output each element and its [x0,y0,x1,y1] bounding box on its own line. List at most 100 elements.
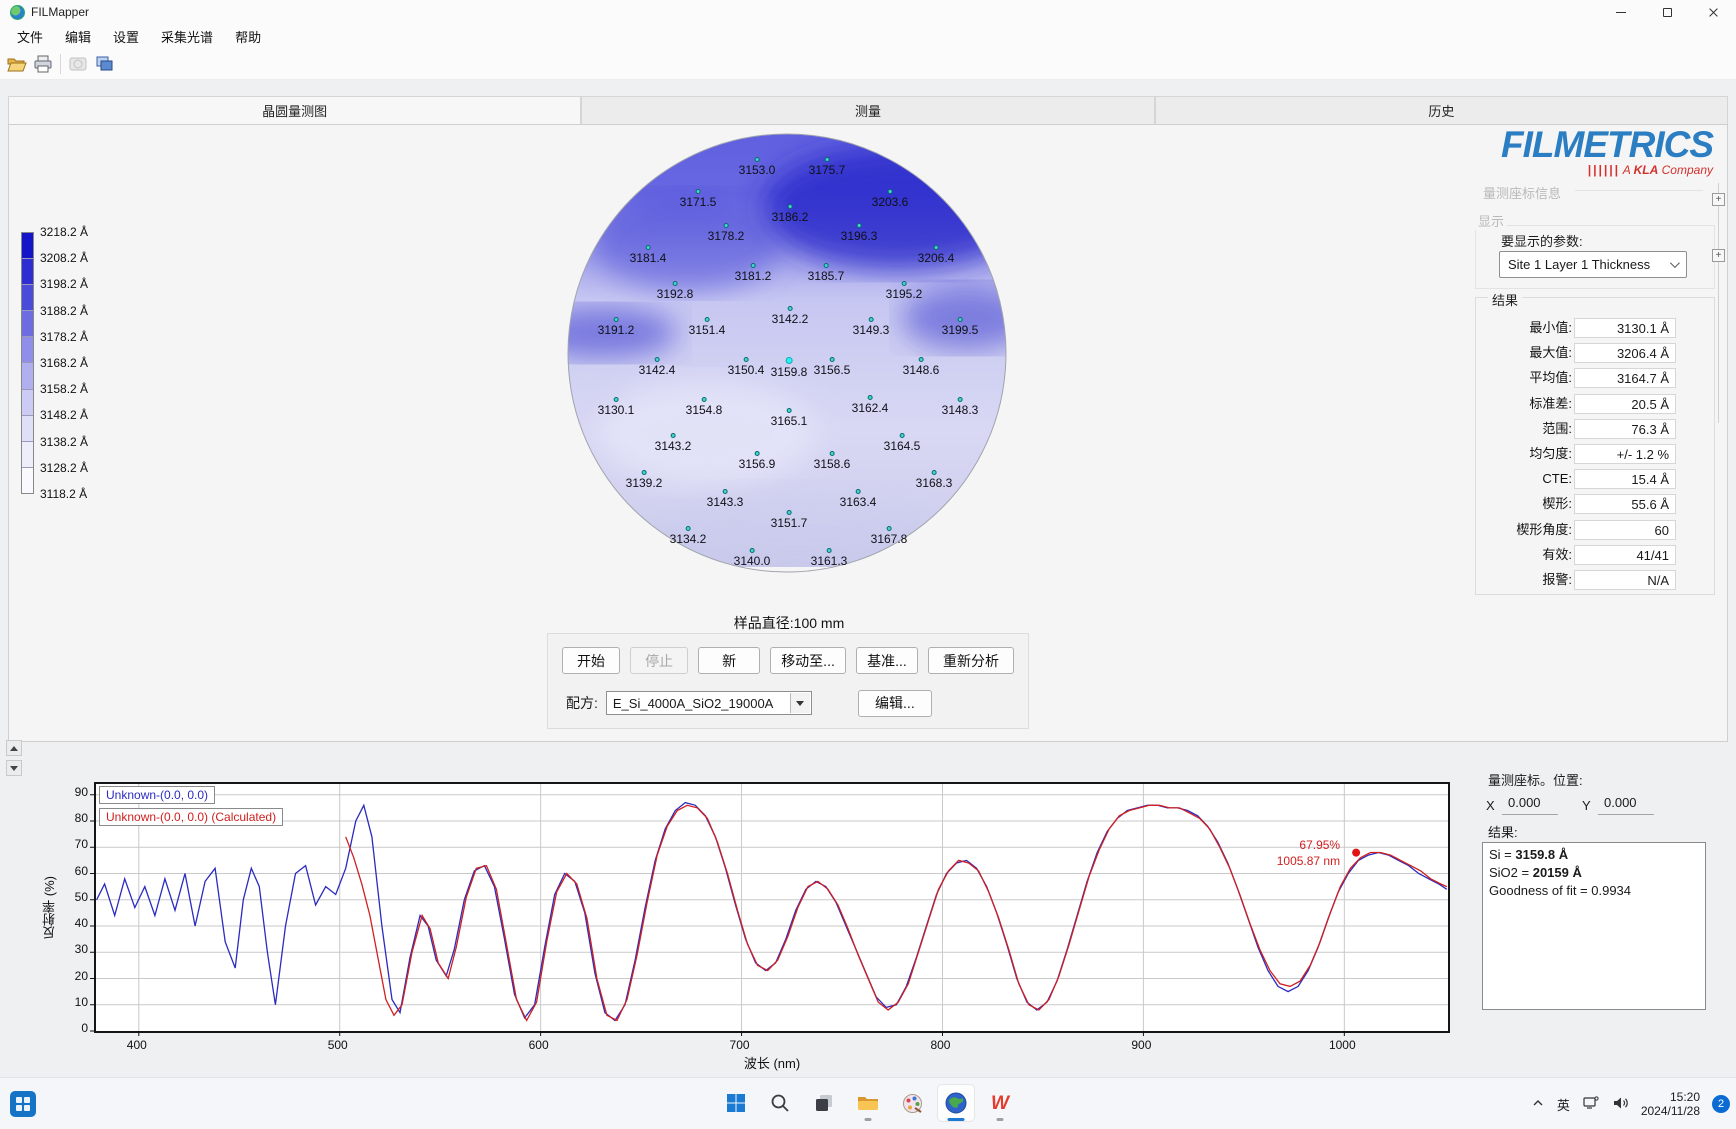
taskbar-filmapper-icon[interactable] [937,1084,975,1122]
minimize-button[interactable] [1598,0,1644,24]
tray-clock[interactable]: 15:20 2024/11/28 [1641,1090,1700,1118]
wafer-site-3140.0[interactable]: 3140.0 [734,548,770,568]
wafer-site-3175.7[interactable]: 3175.7 [809,157,845,177]
site-dot-icon [824,157,830,162]
site-dot-icon [855,489,861,494]
collapse-up-button[interactable] [6,740,22,756]
wafer-site-3192.8[interactable]: 3192.8 [657,281,693,301]
tab-1[interactable]: 测量 [581,96,1155,124]
wafer-site-3159.8[interactable]: 3159.8 [771,357,807,379]
site-dot-icon [786,408,792,413]
site-dot-icon [641,470,647,475]
tray-volume-icon[interactable] [1612,1095,1629,1114]
wafer-site-3153.0[interactable]: 3153.0 [739,157,775,177]
wafer-site-3148.3[interactable]: 3148.3 [942,397,978,417]
action-button-3[interactable]: 移动至... [770,647,846,674]
edit-recipe-button[interactable]: 编辑... [857,689,932,717]
spectrum-section: 反射率 (%) Unknown-(0.0, 0.0) Unknown-(0.0,… [0,770,1736,1077]
action-button-2[interactable]: 新 [698,647,761,674]
tab-2[interactable]: 历史 [1154,96,1728,124]
notification-badge[interactable]: 2 [1712,1095,1730,1113]
wafer-site-3206.4[interactable]: 3206.4 [918,245,954,265]
wafer-site-3185.7[interactable]: 3185.7 [808,263,844,283]
scale-label: 3208.2 Å [40,251,89,266]
action-button-5[interactable]: 重新分析 [927,647,1014,674]
wafer-site-3199.5[interactable]: 3199.5 [942,317,978,337]
wafer-site-3181.4[interactable]: 3181.4 [630,245,666,265]
wafer-site-3164.5[interactable]: 3164.5 [884,433,920,453]
wafer-site-3156.5[interactable]: 3156.5 [814,357,850,377]
taskbar-start-icon[interactable] [717,1084,755,1122]
filmetrics-logo: FILMETRICS |||||| A KLA Company [1461,125,1714,178]
wafer-site-3149.3[interactable]: 3149.3 [853,317,889,337]
wafer-site-3196.3[interactable]: 3196.3 [841,223,877,243]
wafer-site-3143.2[interactable]: 3143.2 [655,433,691,453]
tray-language-indicator[interactable]: 英 [1557,1095,1570,1114]
running-indicator [996,1118,1004,1121]
menu-item-3[interactable]: 采集光谱 [150,24,224,49]
y-tick-label: 50 [74,889,88,904]
tray-network-icon[interactable] [1582,1095,1600,1114]
wafer-site-3143.3[interactable]: 3143.3 [707,489,743,509]
wafer-site-3171.5[interactable]: 3171.5 [680,189,716,209]
copy-screen-icon[interactable] [92,52,116,76]
wafer-site-3195.2[interactable]: 3195.2 [886,281,922,301]
wafer-site-3142.4[interactable]: 3142.4 [639,357,675,377]
wafer-site-3163.4[interactable]: 3163.4 [840,489,876,509]
wafer-site-3165.1[interactable]: 3165.1 [771,408,807,428]
wafer-site-3156.9[interactable]: 3156.9 [739,451,775,471]
wafer-site-3151.4[interactable]: 3151.4 [689,317,725,337]
tray-chevron-up-icon[interactable] [1531,1096,1545,1113]
wafer-site-3158.6[interactable]: 3158.6 [814,451,850,471]
wafer-site-3178.2[interactable]: 3178.2 [708,223,744,243]
menu-item-1[interactable]: 编辑 [54,24,102,49]
y-coord-field[interactable]: 0.000 [1598,795,1654,815]
x-coord-field[interactable]: 0.000 [1502,795,1558,815]
open-file-icon[interactable] [5,52,29,76]
wafer-site-3167.8[interactable]: 3167.8 [871,526,907,546]
action-button-0[interactable]: 开始 [562,647,620,674]
taskbar-search-icon[interactable] [761,1084,799,1122]
wafer-site-3142.2[interactable]: 3142.2 [772,306,808,326]
fit-results-box: Si = 3159.8 Å SiO2 = 20159 Å Goodness of f… [1482,842,1706,1010]
pin-bottom-icon[interactable]: + [1712,249,1725,262]
wafer-site-3168.3[interactable]: 3168.3 [916,470,952,490]
action-button-1[interactable]: 停止 [630,647,689,674]
wafer-site-3130.1[interactable]: 3130.1 [598,397,634,417]
wafer-site-3134.2[interactable]: 3134.2 [670,526,706,546]
taskbar-file-explorer-icon[interactable] [849,1084,887,1122]
tab-0[interactable]: 晶圆量测图 [8,96,582,124]
panel-splitter[interactable] [1718,183,1719,423]
parameter-combobox[interactable]: Site 1 Layer 1 Thickness [1499,251,1687,278]
menu-item-2[interactable]: 设置 [102,24,150,49]
action-button-4[interactable]: 基准... [855,647,918,674]
taskbar-wps-icon[interactable]: W [981,1084,1019,1122]
svg-text:W: W [991,1093,1011,1114]
wafer-site-3191.2[interactable]: 3191.2 [598,317,634,337]
desktop-corner-icon[interactable] [10,1091,36,1117]
wafer-site-3181.2[interactable]: 3181.2 [735,263,771,283]
wafer-site-3150.4[interactable]: 3150.4 [728,357,764,377]
acquire-disabled-icon[interactable] [66,52,90,76]
recipe-combobox[interactable]: E_Si_4000A_SiO2_19000A [605,691,812,715]
maximize-button[interactable] [1644,0,1690,24]
y-tick-label: 10 [74,994,88,1009]
wafer-site-3162.4[interactable]: 3162.4 [852,395,888,415]
taskbar-paint-icon[interactable] [893,1084,931,1122]
wafer-site-3186.2[interactable]: 3186.2 [772,204,808,224]
wafer-site-3203.6[interactable]: 3203.6 [872,189,908,209]
print-icon[interactable] [31,52,55,76]
close-button[interactable] [1690,0,1736,24]
taskbar-task-view-icon[interactable] [805,1084,843,1122]
recipe-dropdown-arrow-icon[interactable] [789,693,810,713]
wafer-site-3148.6[interactable]: 3148.6 [903,357,939,377]
wafer-site-3151.7[interactable]: 3151.7 [771,510,807,530]
wafer-site-3154.8[interactable]: 3154.8 [686,397,722,417]
wafer-site-3161.3[interactable]: 3161.3 [811,548,847,568]
result-value: 3164.7 Å [1574,368,1676,389]
pin-top-icon[interactable]: + [1712,193,1725,206]
wafer-site-3139.2[interactable]: 3139.2 [626,470,662,490]
menu-item-0[interactable]: 文件 [6,24,54,49]
coord-position-title: 量测座标。位置: [1488,773,1583,788]
menu-item-4[interactable]: 帮助 [224,24,272,49]
